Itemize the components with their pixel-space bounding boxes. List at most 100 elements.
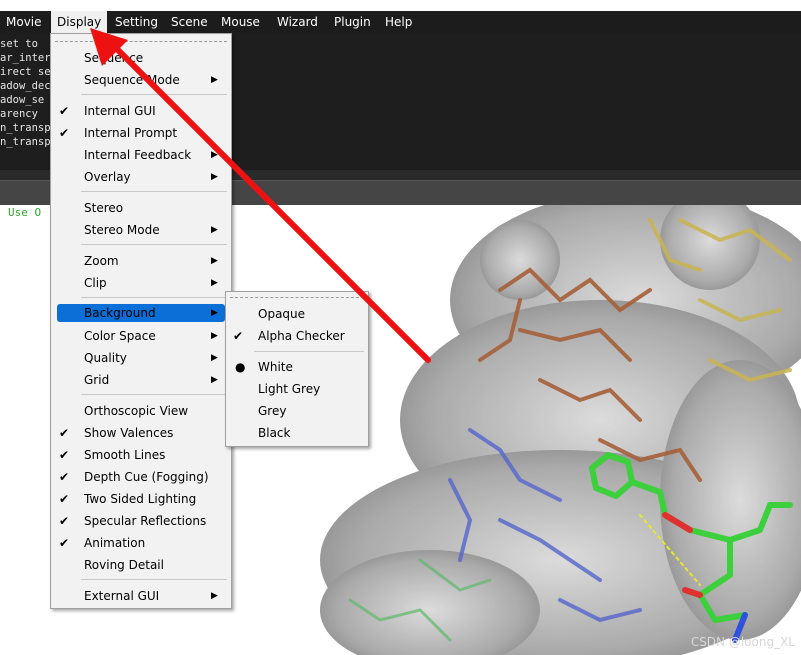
menu-item-sequence-mode[interactable]: Sequence Mode ▶ [51, 69, 231, 91]
background-submenu: Opaque ✔ Alpha Checker ● White Light Gre… [225, 291, 369, 447]
menu-item-label: Quality [84, 351, 127, 365]
menu-item-external-gui[interactable]: External GUI ▶ [51, 585, 231, 607]
menu-item-smooth-lines[interactable]: ✔ Smooth Lines [51, 444, 231, 466]
menu-item-roving-detail[interactable]: Roving Detail [51, 554, 231, 576]
menu-tearoff[interactable] [55, 41, 227, 42]
menu-item-white[interactable]: ● White [226, 356, 368, 378]
menu-item-label: Smooth Lines [84, 448, 166, 462]
menu-item-label: Light Grey [258, 382, 321, 396]
checkmark-icon: ✔ [59, 426, 70, 440]
menu-separator [81, 244, 227, 245]
menu-item-label: Background [84, 306, 156, 320]
menu-plugin[interactable]: Plugin [328, 11, 377, 33]
menu-display[interactable]: Display [51, 11, 108, 33]
menu-item-label: Animation [84, 536, 146, 550]
protein-surface [320, 205, 801, 655]
menu-item-internal-feedback[interactable]: Internal Feedback ▶ [51, 144, 231, 166]
menu-wizard[interactable]: Wizard [271, 11, 324, 33]
menu-movie[interactable]: Movie [0, 11, 48, 33]
menu-item-label: Sequence Mode [84, 73, 180, 87]
menu-item-label: Sequence [84, 51, 144, 65]
menu-item-black[interactable]: Black [226, 422, 368, 444]
menu-item-show-valences[interactable]: ✔ Show Valences [51, 422, 231, 444]
display-menu: Sequence Sequence Mode ▶ ✔ Internal GUI … [50, 33, 232, 609]
menu-item-grey[interactable]: Grey [226, 400, 368, 422]
menu-item-sequence[interactable]: Sequence [51, 47, 231, 69]
menu-item-opaque[interactable]: Opaque [226, 303, 368, 325]
menu-item-depth-cue[interactable]: ✔ Depth Cue (Fogging) [51, 466, 231, 488]
console-line: n_transp [0, 122, 51, 134]
menu-item-grid[interactable]: Grid ▶ [51, 369, 231, 391]
menu-item-label: Clip [84, 276, 107, 290]
menu-item-stereo-mode[interactable]: Stereo Mode ▶ [51, 219, 231, 241]
menu-item-internal-gui[interactable]: ✔ Internal GUI [51, 100, 231, 122]
menu-item-label: Two Sided Lighting [84, 492, 197, 506]
menu-item-label: Overlay [84, 170, 131, 184]
menu-item-label: White [258, 360, 293, 374]
radio-dot-icon: ● [235, 360, 246, 374]
console-line: arency [0, 108, 38, 120]
menu-item-zoom[interactable]: Zoom ▶ [51, 250, 231, 272]
menu-separator [81, 191, 227, 192]
checkmark-icon: ✔ [59, 536, 70, 550]
submenu-arrow-icon: ▶ [211, 172, 218, 182]
menu-item-label: External GUI [84, 589, 160, 603]
menu-item-label: Alpha Checker [258, 329, 345, 343]
menu-help[interactable]: Help [379, 11, 418, 33]
checkmark-icon: ✔ [59, 492, 70, 506]
menu-item-animation[interactable]: ✔ Animation [51, 532, 231, 554]
console-line: irect se [0, 66, 51, 78]
menu-item-alpha-checker[interactable]: ✔ Alpha Checker [226, 325, 368, 347]
menu-item-label: Black [258, 426, 291, 440]
checkmark-icon: ✔ [59, 470, 70, 484]
menu-item-label: Internal Prompt [84, 126, 178, 140]
submenu-arrow-icon: ▶ [211, 256, 218, 266]
window-top-strip [0, 0, 801, 11]
menu-item-orthoscopic-view[interactable]: Orthoscopic View [51, 400, 231, 422]
menu-item-label: Internal GUI [84, 104, 156, 118]
menu-item-clip[interactable]: Clip ▶ [51, 272, 231, 294]
menu-item-label: Specular Reflections [84, 514, 207, 528]
menu-item-background[interactable]: Background ▶ [57, 304, 225, 322]
menu-item-internal-prompt[interactable]: ✔ Internal Prompt [51, 122, 231, 144]
checkmark-icon: ✔ [59, 514, 70, 528]
menu-item-stereo[interactable]: Stereo [51, 197, 231, 219]
menu-separator [81, 579, 227, 580]
menu-item-two-sided-lighting[interactable]: ✔ Two Sided Lighting [51, 488, 231, 510]
submenu-arrow-icon: ▶ [211, 591, 218, 601]
menu-item-label: Internal Feedback [84, 148, 192, 162]
menu-scene[interactable]: Scene [165, 11, 214, 33]
menu-item-label: Opaque [258, 307, 306, 321]
submenu-arrow-icon: ▶ [211, 353, 218, 363]
menu-item-specular-reflections[interactable]: ✔ Specular Reflections [51, 510, 231, 532]
menu-bar: Movie Display Setting Scene Mouse Wizard… [0, 11, 801, 33]
menu-separator [81, 94, 227, 95]
menu-item-label: Stereo Mode [84, 223, 160, 237]
watermark: CSDN @loong_XL [690, 635, 795, 649]
menu-item-label: Grid [84, 373, 110, 387]
submenu-arrow-icon: ▶ [211, 375, 218, 385]
menu-item-color-space[interactable]: Color Space ▶ [51, 325, 231, 347]
menu-tearoff[interactable] [230, 297, 364, 298]
menu-item-quality[interactable]: Quality ▶ [51, 347, 231, 369]
menu-item-label: Grey [258, 404, 287, 418]
checkmark-icon: ✔ [59, 104, 70, 118]
checkmark-icon: ✔ [59, 448, 70, 462]
menu-item-label: Depth Cue (Fogging) [84, 470, 209, 484]
menu-item-overlay[interactable]: Overlay ▶ [51, 166, 231, 188]
menu-mouse[interactable]: Mouse [215, 11, 266, 33]
console-line: adow_dec [0, 80, 51, 92]
checkmark-icon: ✔ [233, 329, 244, 343]
menu-item-light-grey[interactable]: Light Grey [226, 378, 368, 400]
console-line: ar_inter [0, 52, 51, 64]
menu-item-label: Color Space [84, 329, 156, 343]
menu-item-label: Roving Detail [84, 558, 164, 572]
submenu-arrow-icon: ▶ [211, 75, 218, 85]
menu-item-label: Orthoscopic View [84, 404, 189, 418]
submenu-arrow-icon: ▶ [211, 331, 218, 341]
menu-separator [81, 297, 227, 298]
console-line: set to [0, 38, 38, 50]
menu-item-label: Stereo [84, 201, 124, 215]
menu-setting[interactable]: Setting [109, 11, 164, 33]
menu-separator [254, 351, 364, 352]
